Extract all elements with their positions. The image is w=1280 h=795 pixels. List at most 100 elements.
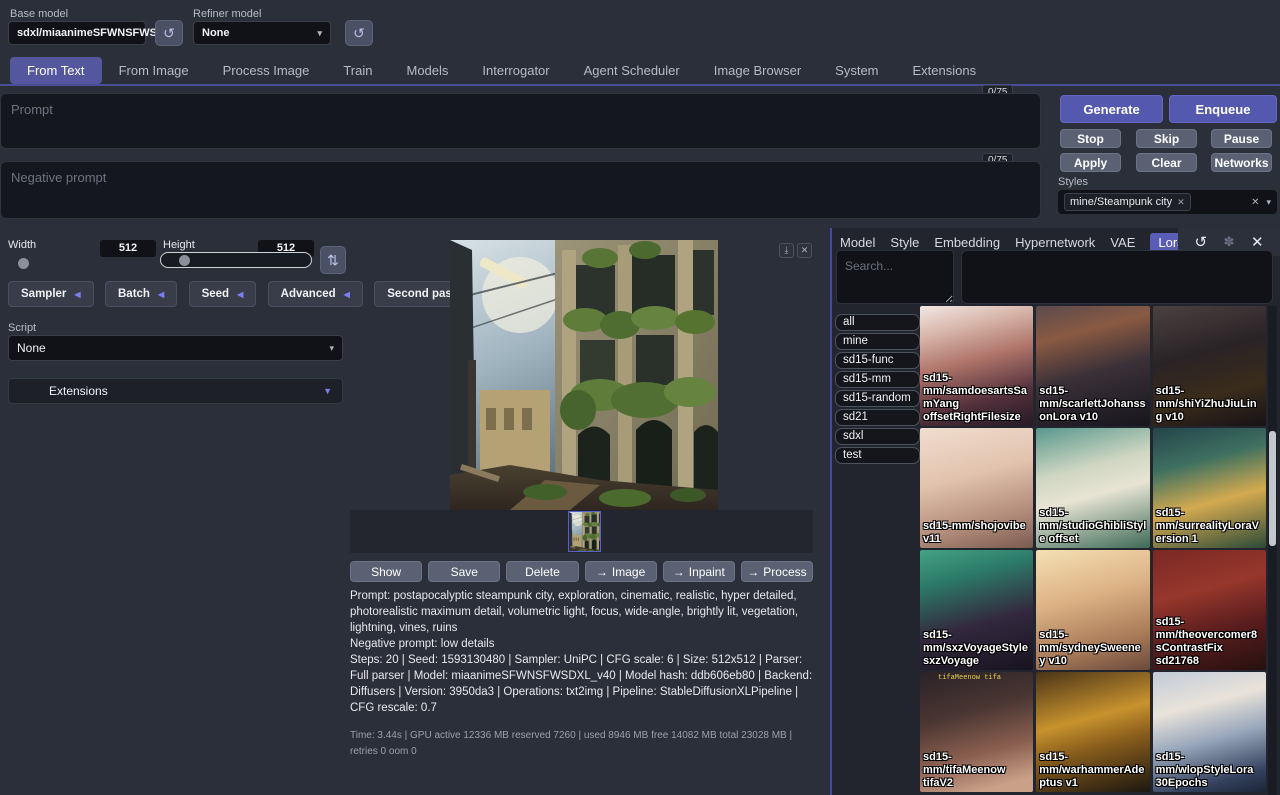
width-slider[interactable] <box>10 256 150 272</box>
swap-dimensions-button[interactable]: ⇅ <box>320 246 346 274</box>
negative-prompt-input[interactable] <box>0 161 1041 219</box>
filter-sdxl[interactable]: sdxl <box>835 428 920 445</box>
settings-icon[interactable]: ✽ <box>1224 234 1235 250</box>
refiner-model-refresh-button[interactable]: ↺ <box>345 20 373 46</box>
networks-scrollbar[interactable] <box>1268 306 1277 795</box>
lora-card[interactable]: sd15-mm/sydneySweeney v10 <box>1036 550 1149 670</box>
base-model-refresh-button[interactable]: ↺ <box>155 20 183 46</box>
height-slider[interactable] <box>160 252 312 268</box>
filter-all[interactable]: all <box>835 314 920 331</box>
save-button[interactable]: Save <box>428 561 500 582</box>
refresh-icon[interactable]: ↺ <box>1194 233 1207 251</box>
skip-button[interactable]: Skip <box>1136 129 1197 148</box>
generated-image[interactable] <box>450 240 718 510</box>
height-label: Height <box>163 239 195 251</box>
refresh-icon: ↺ <box>163 25 175 42</box>
close-image-button[interactable]: ✕ <box>797 243 812 258</box>
filter-sd21[interactable]: sd21 <box>835 409 920 426</box>
networks-filter-list: all mine sd15-func sd15-mm sd15-random s… <box>835 314 920 466</box>
apply-button[interactable]: Apply <box>1060 153 1121 172</box>
gallery-thumbnail[interactable] <box>568 511 601 552</box>
info-params-text: Steps: 20 | Seed: 1593130480 | Sampler: … <box>350 652 818 716</box>
networks-tab-embedding[interactable]: Embedding <box>934 235 1000 250</box>
lora-card-label: sd15-mm/shiYiZhuJiuLing v10 <box>1156 385 1263 424</box>
filter-sd15-random[interactable]: sd15-random <box>835 390 920 407</box>
refiner-model-select[interactable]: None ▾ <box>193 21 331 45</box>
tab-image-browser[interactable]: Image Browser <box>697 57 818 84</box>
tab-from-image[interactable]: From Image <box>102 57 206 84</box>
lora-card[interactable]: sd15-mm/sxzVoyageStyle sxzVoyage <box>920 550 1033 670</box>
lora-card-label: sd15-mm/wlopStyleLora 30Epochs <box>1156 751 1263 790</box>
lora-card[interactable]: sd15-mm/studioGhibliStyle offset <box>1036 428 1149 548</box>
networks-search-input[interactable] <box>836 250 954 304</box>
lora-card[interactable]: sd15-mm/theovercomer8sContrastFix sd2176… <box>1153 550 1266 670</box>
clear-styles-icon[interactable]: ✕ <box>1251 197 1259 208</box>
pause-button[interactable]: Pause <box>1211 129 1272 148</box>
button-label: Pause <box>1224 132 1259 146</box>
chevron-left-icon: ◀ <box>74 290 80 299</box>
prompt-input[interactable] <box>0 93 1041 149</box>
stop-button[interactable]: Stop <box>1060 129 1121 148</box>
remove-style-icon[interactable]: ✕ <box>1177 197 1185 208</box>
script-select[interactable]: None ▾ <box>8 335 343 361</box>
lora-card[interactable]: sd15-mm/shiYiZhuJiuLing v10 <box>1153 306 1266 426</box>
scrollbar-thumb[interactable] <box>1269 431 1276 546</box>
accordion-seed[interactable]: Seed◀ <box>189 281 257 307</box>
base-model-select[interactable]: sdxl/miaanimeSFWNSFWS ▾ <box>8 21 146 45</box>
arrow-right-icon: → <box>747 565 759 579</box>
send-to-image-button[interactable]: →Image <box>585 561 657 582</box>
send-to-inpaint-button[interactable]: →Inpaint <box>663 561 735 582</box>
accordion-batch[interactable]: Batch◀ <box>105 281 177 307</box>
lora-card[interactable]: sd15-mm/wlopStyleLora 30Epochs <box>1153 672 1266 792</box>
lora-card[interactable]: sd15-mm/shojovibe v11 <box>920 428 1033 548</box>
tab-from-text[interactable]: From Text <box>10 57 102 84</box>
download-image-button[interactable]: ⤓ <box>779 243 794 258</box>
filter-mine[interactable]: mine <box>835 333 920 350</box>
enqueue-button[interactable]: Enqueue <box>1169 95 1277 123</box>
lora-card[interactable]: tifaMeenow tifa sd15-mm/tifaMeenow tifaV… <box>920 672 1033 792</box>
extensions-accordion[interactable]: Extensions ▼ <box>8 378 343 404</box>
height-slider-handle[interactable] <box>179 255 190 266</box>
lora-card-label: sd15-mm/samdoesartsSamYang offsetRightFi… <box>923 372 1030 424</box>
tab-extensions[interactable]: Extensions <box>896 57 994 84</box>
lora-card[interactable]: sd15-mm/warhammerAdeptus v1 <box>1036 672 1149 792</box>
tab-agent-scheduler[interactable]: Agent Scheduler <box>567 57 697 84</box>
networks-tab-model[interactable]: Model <box>840 235 875 250</box>
send-to-process-button[interactable]: →Process <box>741 561 813 582</box>
filter-sd15-mm[interactable]: sd15-mm <box>835 371 920 388</box>
button-label: Stop <box>1077 132 1104 146</box>
info-prompt-text: Prompt: postapocalyptic steampunk city, … <box>350 588 818 636</box>
base-model-label: Base model <box>10 8 68 20</box>
networks-tab-style[interactable]: Style <box>890 235 919 250</box>
tab-process-image[interactable]: Process Image <box>206 57 327 84</box>
lora-card[interactable]: sd15-mm/samdoesartsSamYang offsetRightFi… <box>920 306 1033 426</box>
networks-button[interactable]: Networks <box>1211 153 1272 172</box>
script-label: Script <box>8 322 36 334</box>
filter-test[interactable]: test <box>835 447 920 464</box>
width-slider-handle[interactable] <box>18 258 29 269</box>
delete-button[interactable]: Delete <box>506 561 578 582</box>
accordion-sampler[interactable]: Sampler◀ <box>8 281 94 307</box>
chevron-left-icon: ◀ <box>158 290 164 299</box>
tab-system[interactable]: System <box>818 57 895 84</box>
networks-tab-vae[interactable]: VAE <box>1110 235 1135 250</box>
width-value-input[interactable]: 512 <box>100 240 156 257</box>
tab-interrogator[interactable]: Interrogator <box>465 57 566 84</box>
tab-models[interactable]: Models <box>389 57 465 84</box>
accordion-advanced[interactable]: Advanced◀ <box>268 281 363 307</box>
filter-sd15-func[interactable]: sd15-func <box>835 352 920 369</box>
style-token[interactable]: mine/Steampunk city ✕ <box>1064 193 1191 211</box>
lora-card[interactable]: sd15-mm/surrealityLoraVersion 1 <box>1153 428 1266 548</box>
tab-train[interactable]: Train <box>326 57 389 84</box>
styles-select[interactable]: mine/Steampunk city ✕ ✕ ▾ <box>1058 190 1277 214</box>
close-icon[interactable]: ✕ <box>1251 233 1264 251</box>
lora-card-label: sd15-mm/tifaMeenow tifaV2 <box>923 751 1030 790</box>
show-button[interactable]: Show <box>350 561 422 582</box>
chevron-down-icon[interactable]: ▾ <box>1266 197 1271 208</box>
networks-tab-hypernetwork[interactable]: Hypernetwork <box>1015 235 1095 250</box>
networks-description-box[interactable] <box>961 250 1273 304</box>
generate-button[interactable]: Generate <box>1060 95 1163 123</box>
lora-card-label: sd15-mm/shojovibe v11 <box>923 520 1030 546</box>
clear-button[interactable]: Clear <box>1136 153 1197 172</box>
lora-card[interactable]: sd15-mm/scarlettJohanssonLora v10 <box>1036 306 1149 426</box>
